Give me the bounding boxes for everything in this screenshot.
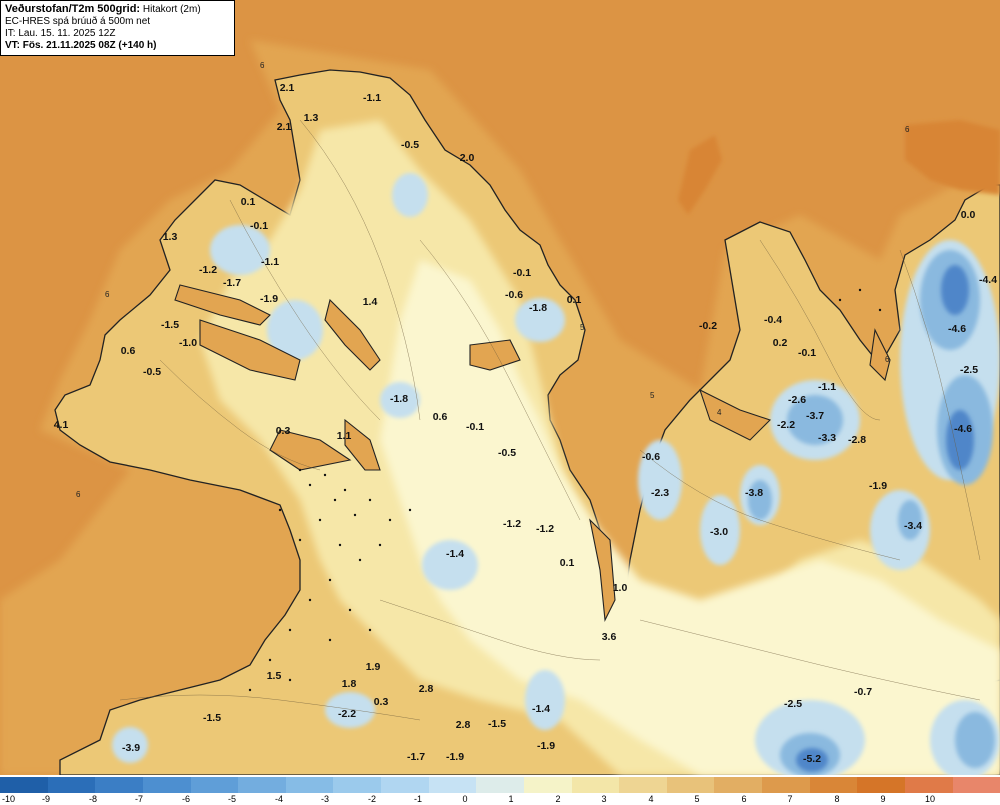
color-legend: -10 -9 -8 -7 -6 -5 -4 -3 -2 -1 0 1 2 3 4 5 6 7 8 9 10 xyxy=(0,775,1000,805)
svg-text:4: 4 xyxy=(717,408,722,417)
legend-tick-label: 6 xyxy=(741,794,747,804)
legend-tick-label: -4 xyxy=(274,794,284,804)
legend-swatch xyxy=(381,777,429,793)
legend-swatch xyxy=(476,777,524,793)
legend-tick-label: -6 xyxy=(181,794,191,804)
map-subtitle: Hitakort (2m) xyxy=(142,4,201,15)
svg-text:6: 6 xyxy=(76,490,81,499)
map-header: Veðurstofan/T2m 500grid: Hitakort (2m) E… xyxy=(0,0,235,56)
legend-swatch xyxy=(857,777,905,793)
legend-tick-label: -8 xyxy=(88,794,98,804)
legend-swatch xyxy=(142,777,191,793)
legend-swatch xyxy=(904,777,953,793)
svg-text:6: 6 xyxy=(885,355,890,364)
legend-tick-label: 8 xyxy=(834,794,840,804)
legend-tick-label: 1 xyxy=(508,794,514,804)
legend-swatch xyxy=(523,777,572,793)
legend-tick-label: 3 xyxy=(601,794,607,804)
legend-tick-label: 5 xyxy=(694,794,700,804)
legend-swatch xyxy=(809,777,858,793)
legend-tick-label: 4 xyxy=(648,794,654,804)
svg-text:5: 5 xyxy=(580,323,585,332)
legend-swatch xyxy=(0,777,48,793)
svg-text:5: 5 xyxy=(650,391,655,400)
legend-swatch xyxy=(238,777,286,793)
init-time: IT: Lau. 15. 11. 2025 12Z xyxy=(5,28,116,39)
legend-swatch xyxy=(619,777,667,793)
legend-tick-label: -7 xyxy=(134,794,144,804)
legend-swatch xyxy=(47,777,96,793)
legend-swatch xyxy=(428,777,477,793)
map-svg: 6 6 6 6 5 4 6 5 xyxy=(0,0,1000,775)
legend-swatch xyxy=(95,777,143,793)
legend-ticks: -10 -9 -8 -7 -6 -5 -4 -3 -2 -1 0 1 2 3 4 5 6 7 8 9 10 xyxy=(0,793,1000,805)
legend-color-bar xyxy=(0,777,1000,793)
legend-swatch xyxy=(571,777,620,793)
svg-text:6: 6 xyxy=(105,290,110,299)
legend-tick-label: -5 xyxy=(227,794,237,804)
legend-tick-label: 2 xyxy=(555,794,561,804)
svg-text:6: 6 xyxy=(905,125,910,134)
legend-tick-label: -1 xyxy=(413,794,423,804)
legend-tick-label: -3 xyxy=(320,794,330,804)
map-title: Veðurstofan/T2m 500grid: xyxy=(5,3,141,15)
legend-swatch xyxy=(285,777,334,793)
legend-swatch xyxy=(952,777,1000,793)
valid-time: VT: Fös. 21.11.2025 08Z (+140 h) xyxy=(5,40,157,51)
legend-tick-label: 7 xyxy=(787,794,793,804)
legend-swatch xyxy=(666,777,715,793)
legend-swatch xyxy=(190,777,239,793)
legend-tick-label: 10 xyxy=(924,794,936,804)
temperature-map[interactable]: 666 654 65 2.1 -1.1 1.3 2.1 -0.5 2.0 0.1 -0.1 1.… xyxy=(0,0,1000,775)
legend-swatch xyxy=(333,777,381,793)
legend-tick-label: 9 xyxy=(880,794,886,804)
legend-tick-label: 0 xyxy=(462,794,468,804)
legend-tick-label: -10 xyxy=(2,794,16,804)
legend-swatch xyxy=(714,777,762,793)
legend-tick-label: -9 xyxy=(41,794,51,804)
legend-tick-label: -2 xyxy=(367,794,377,804)
svg-text:6: 6 xyxy=(260,61,265,70)
legend-swatch xyxy=(762,777,810,793)
model-info: EC-HRES spá brúuð á 500m net xyxy=(5,16,151,27)
